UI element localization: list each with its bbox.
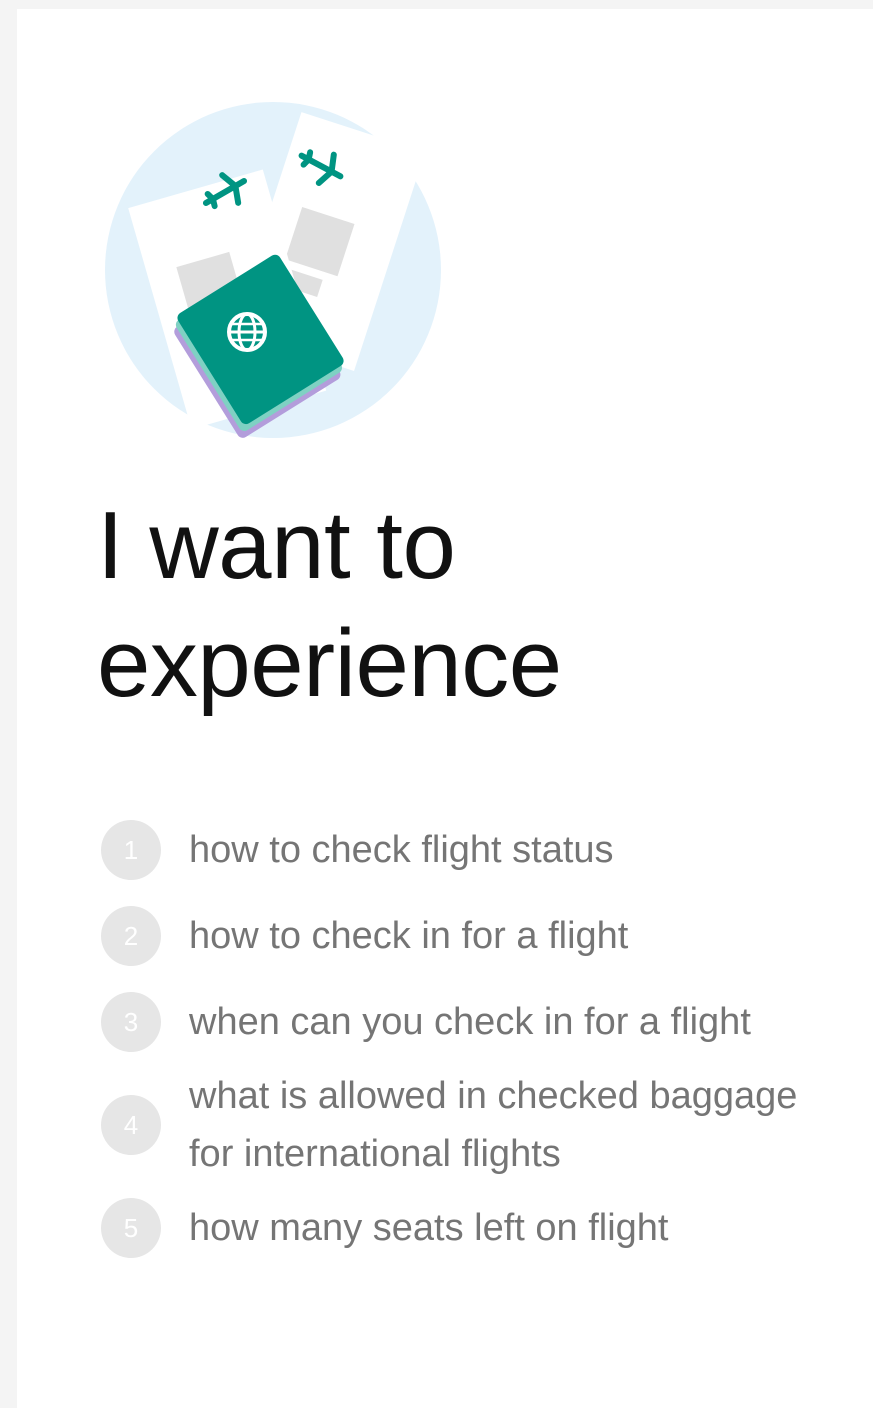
item-number-badge: 1 [101, 820, 161, 880]
list-item[interactable]: 5 how many seats left on flight [101, 1185, 861, 1271]
item-label[interactable]: what is allowed in checked baggage for i… [189, 1067, 839, 1183]
item-number-badge: 5 [101, 1198, 161, 1258]
page-title: I want to experience [97, 492, 562, 717]
item-label[interactable]: how to check in for a flight [189, 907, 839, 965]
list-item[interactable]: 4 what is allowed in checked baggage for… [101, 1065, 861, 1185]
travel-illustration [103, 100, 443, 440]
list-item[interactable]: 3 when can you check in for a flight [101, 979, 861, 1065]
list-item[interactable]: 1 how to check flight status [101, 807, 861, 893]
item-label[interactable]: how to check flight status [189, 821, 839, 879]
item-number-badge: 4 [101, 1095, 161, 1155]
card: I want to experience 1 how to check flig… [17, 9, 873, 1408]
list-item[interactable]: 2 how to check in for a flight [101, 893, 861, 979]
travel-documents-graphic [105, 102, 441, 438]
item-number-badge: 3 [101, 992, 161, 1052]
item-label[interactable]: when can you check in for a flight [189, 993, 839, 1051]
item-label[interactable]: how many seats left on flight [189, 1199, 839, 1257]
item-number-badge: 2 [101, 906, 161, 966]
suggestion-list: 1 how to check flight status 2 how to ch… [101, 807, 861, 1271]
